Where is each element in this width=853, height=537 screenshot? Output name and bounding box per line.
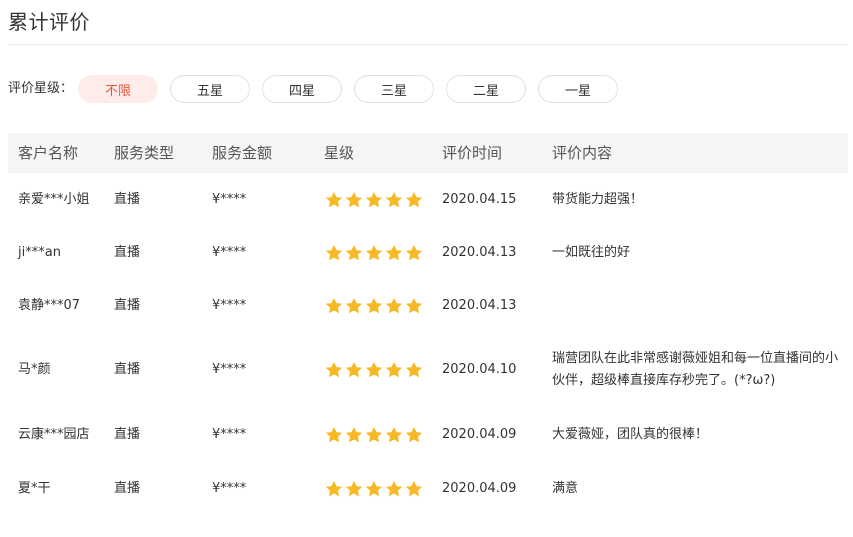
header-service-type: 服务类型 <box>114 144 175 162</box>
star-icon <box>384 243 404 263</box>
star-rating <box>324 189 424 211</box>
star-rating <box>324 359 424 381</box>
cell-amount: ¥**** <box>212 245 247 260</box>
star-icon <box>324 296 344 316</box>
star-icon <box>364 360 384 380</box>
filter-option-one-star[interactable]: 一星 <box>538 75 618 103</box>
cell-customer: 亲爱***小姐 <box>18 191 90 207</box>
star-rating <box>324 295 424 317</box>
table-row: 云康***园店 直播 ¥**** 2020.04.09 大爱薇娅，团队真的很棒！ <box>8 408 848 462</box>
table-row: 夏*干 直播 ¥**** 2020.04.09 满意 <box>8 462 848 516</box>
star-icon <box>364 296 384 316</box>
star-icon <box>404 243 424 263</box>
reviews-page: 累计评价 评价星级： 不限 五星 四星 三星 二星 一星 客户名称 服务类型 服… <box>8 0 848 537</box>
star-icon <box>324 360 344 380</box>
star-icon <box>364 479 384 499</box>
filter-option-four-star[interactable]: 四星 <box>262 75 342 103</box>
star-icon <box>344 360 364 380</box>
table-row: 袁静***07 直播 ¥**** 2020.04.13 <box>8 280 848 332</box>
star-icon <box>344 425 364 445</box>
cell-customer: 夏*干 <box>18 481 51 496</box>
header-time: 评价时间 <box>442 144 503 162</box>
cell-customer: 马*颜 <box>18 362 51 377</box>
filter-option-five-star[interactable]: 五星 <box>170 75 250 103</box>
page-title: 累计评价 <box>8 10 90 34</box>
star-icon <box>364 243 384 263</box>
cell-content: 一如既往的好 <box>552 245 631 260</box>
table-row: 亲爱***小姐 直播 ¥**** 2020.04.15 带货能力超强！ <box>8 173 848 226</box>
star-icon <box>404 479 424 499</box>
cell-amount: ¥**** <box>212 191 247 207</box>
cell-time: 2020.04.10 <box>442 362 517 377</box>
header-content: 评价内容 <box>552 144 613 162</box>
star-rating <box>324 242 424 264</box>
cell-service-type: 直播 <box>114 481 141 496</box>
cell-time: 2020.04.09 <box>442 427 517 442</box>
star-icon <box>384 296 404 316</box>
star-icon <box>404 190 424 210</box>
rating-filter: 评价星级： 不限 五星 四星 三星 二星 一星 <box>8 75 630 103</box>
star-rating <box>324 478 424 500</box>
star-icon <box>384 479 404 499</box>
header-amount: 服务金额 <box>212 144 273 162</box>
star-icon <box>404 360 424 380</box>
cell-service-type: 直播 <box>114 298 141 313</box>
cell-customer: 袁静***07 <box>18 298 81 313</box>
cell-amount: ¥**** <box>212 362 247 377</box>
star-icon <box>324 243 344 263</box>
star-icon <box>384 190 404 210</box>
table-header: 客户名称 服务类型 服务金额 星级 评价时间 评价内容 <box>8 133 848 173</box>
star-icon <box>344 190 364 210</box>
cell-customer: ji***an <box>18 245 61 260</box>
star-icon <box>344 243 364 263</box>
filter-option-three-star[interactable]: 三星 <box>354 75 434 103</box>
title-divider <box>8 44 848 45</box>
cell-amount: ¥**** <box>212 481 247 496</box>
cell-service-type: 直播 <box>114 245 141 260</box>
star-icon <box>364 190 384 210</box>
star-icon <box>344 479 364 499</box>
filter-option-two-star[interactable]: 二星 <box>446 75 526 103</box>
cell-service-type: 直播 <box>114 191 141 207</box>
cell-time: 2020.04.15 <box>442 191 517 207</box>
cell-time: 2020.04.13 <box>442 245 517 260</box>
cell-content: 满意 <box>552 481 579 496</box>
header-customer: 客户名称 <box>18 144 79 162</box>
cell-customer: 云康***园店 <box>18 427 90 442</box>
header-rating: 星级 <box>324 144 355 162</box>
table-row: 马*颜 直播 ¥**** 2020.04.10 瑞营团队在此非常感谢薇娅姐和每一… <box>8 332 848 408</box>
cell-service-type: 直播 <box>114 362 141 377</box>
cell-content: 带货能力超强！ <box>552 191 644 207</box>
star-icon <box>364 425 384 445</box>
cell-amount: ¥**** <box>212 298 247 313</box>
reviews-table: 客户名称 服务类型 服务金额 星级 评价时间 评价内容 亲爱***小姐 直播 ¥… <box>8 133 848 516</box>
cell-content: 大爱薇娅，团队真的很棒！ <box>552 427 709 442</box>
star-icon <box>324 425 344 445</box>
star-icon <box>324 479 344 499</box>
filter-option-all[interactable]: 不限 <box>78 75 158 103</box>
star-icon <box>344 296 364 316</box>
star-icon <box>404 425 424 445</box>
star-icon <box>404 296 424 316</box>
star-icon <box>324 190 344 210</box>
cell-time: 2020.04.09 <box>442 481 517 496</box>
star-icon <box>384 360 404 380</box>
star-rating <box>324 424 424 446</box>
cell-content: 瑞营团队在此非常感谢薇娅姐和每一位直播间的小伙伴，超级棒直接库存秒完了。(*?ω… <box>552 351 839 388</box>
star-icon <box>384 425 404 445</box>
table-row: ji***an 直播 ¥**** 2020.04.13 一如既往的好 <box>8 226 848 280</box>
cell-amount: ¥**** <box>212 427 247 442</box>
filter-label: 评价星级： <box>8 81 74 96</box>
cell-time: 2020.04.13 <box>442 298 517 313</box>
cell-service-type: 直播 <box>114 427 141 442</box>
